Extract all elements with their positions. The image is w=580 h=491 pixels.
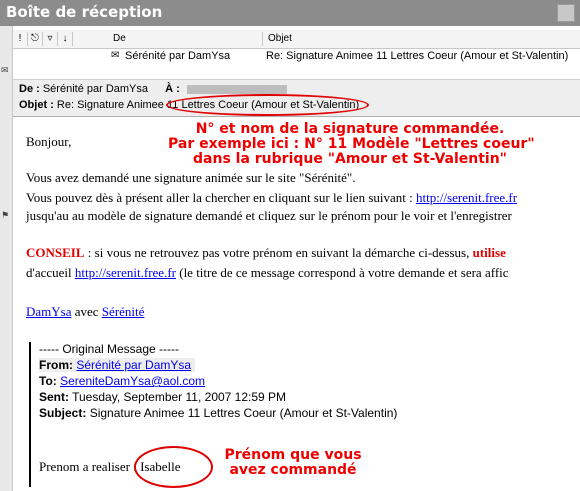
- original-message-label: ----- Original Message -----: [39, 342, 180, 356]
- body-paragraph-3: jusqu'au au modèle de signature demandé …: [26, 208, 512, 223]
- accueil-link[interactable]: http://serenit.free.fr: [75, 265, 176, 280]
- body-paragraph-2: Vous pouvez dès à présent aller la cherc…: [26, 190, 517, 206]
- conseil-label: CONSEIL: [26, 245, 85, 260]
- quote-sent-row: Sent: Tuesday, September 11, 2007 12:59 …: [39, 390, 286, 404]
- window-title: Boîte de réception: [6, 3, 163, 21]
- header-from-row: De : Sérénité par DamYsa À :: [19, 83, 287, 95]
- quote-from-row: From: Sérénité par DamYsa: [39, 358, 196, 372]
- annotation-signature: N° et nom de la signature commandée. Par…: [168, 121, 535, 167]
- quote-subject-row: Subject: Signature Animee 11 Lettres Coe…: [39, 406, 397, 420]
- read-mail-icon: ✉: [111, 50, 120, 61]
- annotation-prenom-line-2: avez commandé: [229, 462, 357, 478]
- left-gutter: ✉ ⚑: [0, 26, 13, 491]
- message-subject: Re: Signature Animee 11 Lettres Coeur (A…: [266, 50, 569, 62]
- column-de[interactable]: De: [73, 32, 263, 46]
- from-label: De :: [19, 83, 40, 95]
- message-list-header: ! ⎋ ▿ ↓ De Objet: [13, 30, 580, 49]
- conseil-red-word: utilise: [472, 245, 506, 260]
- annotation-prenom-line-1: Prénom que vous: [224, 447, 362, 463]
- importance-column-icon[interactable]: !: [13, 32, 28, 46]
- redacted-recipient: [186, 84, 287, 94]
- quote-sent-value: Tuesday, September 11, 2007 12:59 PM: [72, 390, 287, 404]
- to-label: À :: [165, 83, 180, 95]
- from-value: Sérénité par DamYsa: [42, 83, 149, 95]
- signature-mid: avec: [71, 304, 102, 319]
- conseil-paragraph: CONSEIL : si vous ne retrouvez pas votre…: [26, 245, 506, 261]
- subject-highlight-ellipse: [166, 94, 369, 116]
- damysa-link[interactable]: DamYsa: [26, 304, 72, 319]
- close-button[interactable]: [557, 4, 575, 22]
- quote-sent-label: Sent:: [39, 390, 69, 404]
- annotation-line-2: Par exemple ici : N° 11 Modèle "Lettres …: [168, 136, 535, 152]
- annotation-line-1: N° et nom de la signature commandée.: [195, 121, 505, 137]
- flag-column-icon[interactable]: ▿: [43, 32, 58, 46]
- accueil-text: d'accueil: [26, 265, 75, 280]
- quote-subject-value: Signature Animee 11 Lettres Coeur (Amour…: [89, 406, 398, 420]
- quote-to-row: To: SereniteDamYsa@aol.com: [39, 374, 205, 388]
- accueil-rest: (le titre de ce message correspond à vot…: [175, 265, 509, 280]
- annotation-line-3: dans la rubrique "Amour et St-Valentin": [193, 151, 507, 167]
- quote-to-link[interactable]: SereniteDamYsa@aol.com: [60, 374, 205, 388]
- window-titlebar: Boîte de réception: [0, 0, 580, 26]
- site-link[interactable]: http://serenit.free.fr: [416, 190, 517, 205]
- greeting: Bonjour,: [26, 134, 72, 149]
- quote-to-label: To:: [39, 374, 57, 388]
- message-from: Sérénité par DamYsa: [125, 50, 231, 62]
- annotation-prenom: Prénom que vous avez commandé: [208, 448, 378, 478]
- serenite-link[interactable]: Sérénité: [102, 304, 145, 319]
- p2-text: Vous pouvez dès à présent aller la cherc…: [26, 190, 416, 205]
- quote-from-link[interactable]: Sérénité par DamYsa: [76, 358, 191, 372]
- signature-line: DamYsa avec Sérénité: [26, 304, 144, 320]
- subject-label: Objet :: [19, 99, 54, 111]
- column-objet[interactable]: Objet: [264, 32, 580, 46]
- message-body: Bonjour, Vous avez demandé une signature…: [13, 116, 580, 491]
- message-list-row[interactable]: ✉ Sérénité par DamYsa Re: Signature Anim…: [13, 49, 580, 65]
- accueil-line: d'accueil http://serenit.free.fr (le tit…: [26, 265, 509, 281]
- attachment-column-icon[interactable]: ⎋: [28, 32, 43, 46]
- prenom-label: Prenom a realiser :: [39, 459, 141, 474]
- conseil-text: : si vous ne retrouvez pas votre prénom …: [84, 245, 473, 260]
- quote-from-label: From:: [39, 358, 73, 372]
- prenom-highlight-ellipse: [134, 446, 213, 488]
- envelope-icon: ✉: [1, 66, 9, 76]
- flag-icon: ⚑: [1, 211, 10, 221]
- sort-column-icon[interactable]: ↓: [58, 32, 73, 46]
- quote-subject-label: Subject:: [39, 406, 87, 420]
- body-paragraph-1: Vous avez demandé une signature animée s…: [26, 170, 356, 185]
